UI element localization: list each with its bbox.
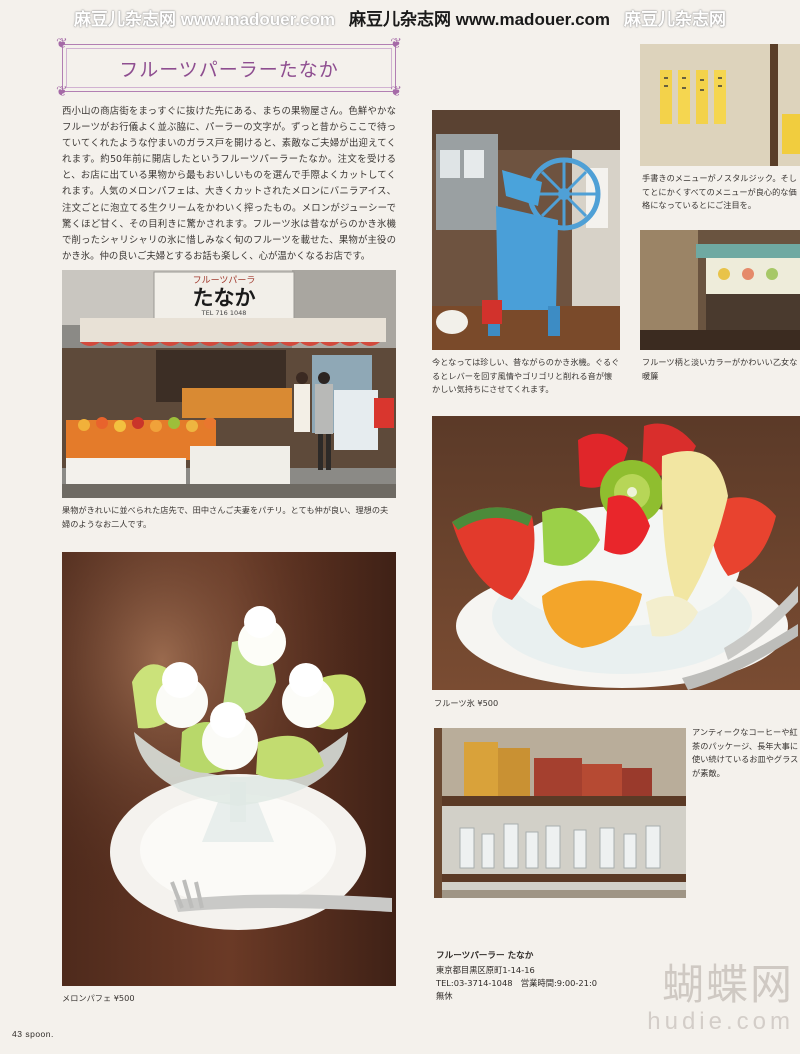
caption-curtain: フルーツ柄と淡いカラーがかわいい乙女な暖簾 <box>642 357 798 381</box>
brand-watermark: 蝴蝶网 hudie.com <box>592 962 800 1054</box>
fruit-ice-photo <box>432 416 800 690</box>
watermark-bar: 麻豆儿杂志网 www.madouer.com 麻豆儿杂志网 www.madoue… <box>0 0 800 34</box>
sign-big-text: たなか <box>192 286 256 310</box>
shelf-photo <box>434 728 686 898</box>
caption-menu: 手書きのメニューがノスタルジック。そしてとにかくすべてのメニューが良心的な価格に… <box>642 173 797 210</box>
article-intro: 西小山の商店街をまっすぐに抜けた先にある、まちの果物屋さん。色鮮やかなフルーツが… <box>62 106 396 262</box>
shop-sign: フルーツパーラ たなか TEL 716 1048 <box>156 274 292 318</box>
caption-melon-parfait: メロンパフェ ¥500 <box>62 993 135 1003</box>
ice-machine-photo <box>432 110 620 350</box>
brand-watermark-cn: 蝴蝶网 <box>661 960 794 1009</box>
caption-ice-machine: 今となっては珍しい、昔ながらのかき氷機。ぐるぐるとレバーを回す風情やゴリゴリと削… <box>432 357 620 394</box>
menu-photo <box>640 44 800 166</box>
page-number: 43 <box>12 1029 23 1039</box>
curtain-photo <box>640 230 800 350</box>
storefront-photo: フルーツパーラ たなか TEL 716 1048 <box>62 270 396 498</box>
watermark-right: 麻豆儿杂志网 <box>624 9 727 29</box>
brand-watermark-en: hudie.com <box>647 1008 794 1035</box>
title-frame: ❦ ❦ ❦ ❦ フルーツパーラーたなか <box>56 37 402 99</box>
page-footer: 43 spoon. <box>12 1029 54 1039</box>
caption-storefront: 果物がきれいに並べられた店先で、田中さんご夫妻をパチリ。とても仲が良い、理想の夫… <box>62 505 389 529</box>
melon-parfait-photo <box>62 552 396 986</box>
caption-shelf: アンティークなコーヒーや紅茶のパッケージ、長年大事に使い続けているお皿やグラスが… <box>692 727 799 778</box>
article-title: フルーツパーラーたなか <box>119 58 339 81</box>
watermark-center: 麻豆儿杂志网 www.madouer.com <box>349 9 611 29</box>
sign-tel: TEL 716 1048 <box>201 309 247 317</box>
magazine-name: spoon. <box>25 1029 54 1039</box>
caption-fruit-ice: フルーツ氷 ¥500 <box>434 698 499 708</box>
watermark-left: 麻豆儿杂志网 www.madouer.com <box>73 9 335 29</box>
